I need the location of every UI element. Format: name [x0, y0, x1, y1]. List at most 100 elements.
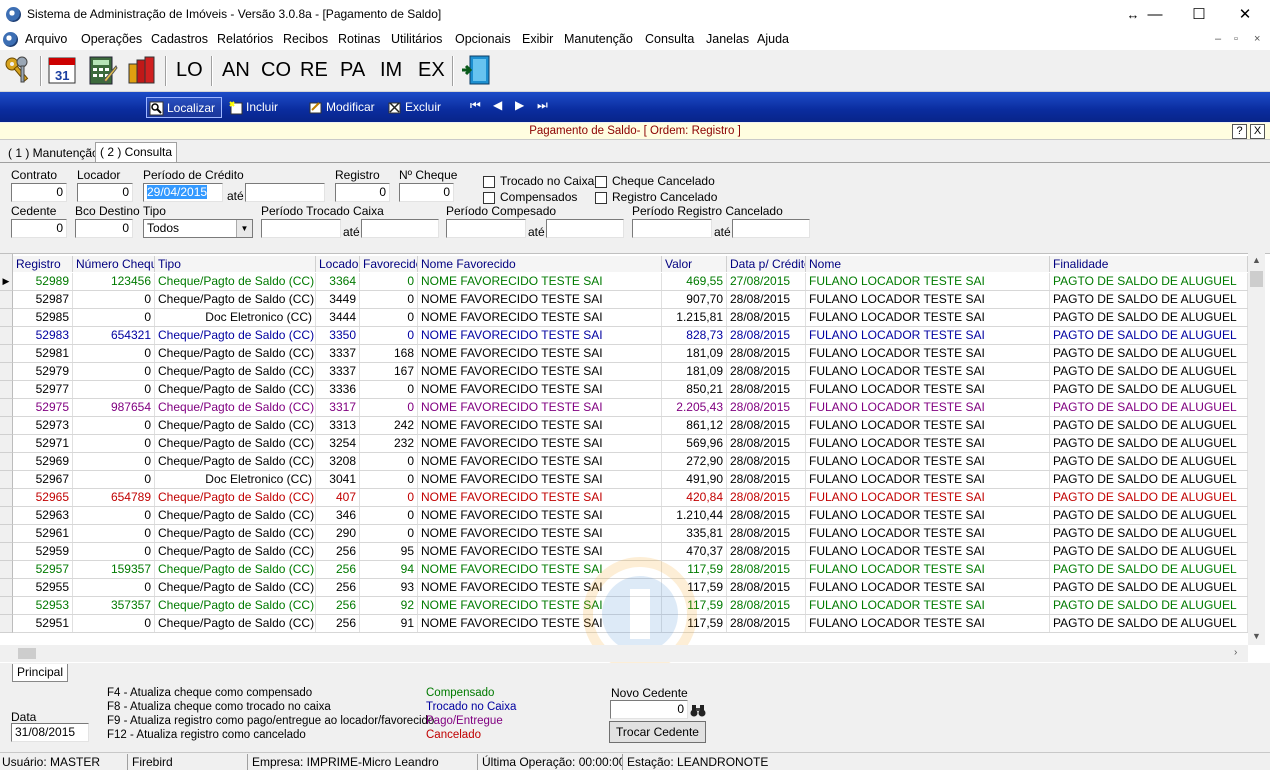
row-indicator[interactable]: [0, 525, 13, 543]
cell-finalidade[interactable]: PAGTO DE SALDO DE ALUGUEL: [1050, 309, 1248, 326]
mdi-close-button[interactable]: ×: [1254, 33, 1260, 45]
menu-cadastros[interactable]: Cadastros: [151, 32, 208, 46]
cell-finalidade[interactable]: PAGTO DE SALDO DE ALUGUEL: [1050, 525, 1248, 542]
cell-nome-favorecido[interactable]: NOME FAVORECIDO TESTE SAI: [418, 327, 662, 344]
table-row[interactable]: 52959 0 Cheque/Pagto de Saldo (CC) 256 95 NOM…: [13, 543, 1248, 561]
cell-nome-favorecido[interactable]: NOME FAVORECIDO TESTE SAI: [418, 471, 662, 488]
mdi-restore-button[interactable]: ▫: [1234, 33, 1238, 45]
binoculars-icon[interactable]: [690, 702, 706, 718]
cell-nome[interactable]: FULANO LOCADOR TESTE SAI: [806, 615, 1050, 632]
tab-principal[interactable]: Principal: [12, 664, 69, 682]
cell-nome-favorecido[interactable]: NOME FAVORECIDO TESTE SAI: [418, 615, 662, 632]
cell-nome-favorecido[interactable]: NOME FAVORECIDO TESTE SAI: [418, 273, 662, 290]
cell-data-credito[interactable]: 28/08/2015: [727, 543, 806, 560]
cell-favorecido[interactable]: 0: [360, 291, 418, 308]
cell-valor[interactable]: 117,59: [662, 579, 727, 596]
cell-finalidade[interactable]: PAGTO DE SALDO DE ALUGUEL: [1050, 471, 1248, 488]
cell-favorecido[interactable]: 167: [360, 363, 418, 380]
column-header-favorecido[interactable]: Favorecido: [360, 256, 418, 272]
excluir-button[interactable]: Excluir: [385, 97, 441, 118]
cell-finalidade[interactable]: PAGTO DE SALDO DE ALUGUEL: [1050, 363, 1248, 380]
cell-finalidade[interactable]: PAGTO DE SALDO DE ALUGUEL: [1050, 597, 1248, 614]
cell-nome[interactable]: FULANO LOCADOR TESTE SAI: [806, 309, 1050, 326]
table-row[interactable]: 52961 0 Cheque/Pagto de Saldo (CC) 290 0 NOME…: [13, 525, 1248, 543]
cell-nome[interactable]: FULANO LOCADOR TESTE SAI: [806, 273, 1050, 290]
column-header-data-credito[interactable]: Data p/ Crédito: [727, 256, 806, 272]
cell-nome[interactable]: FULANO LOCADOR TESTE SAI: [806, 453, 1050, 470]
cell-nome-favorecido[interactable]: NOME FAVORECIDO TESTE SAI: [418, 597, 662, 614]
cell-nome-favorecido[interactable]: NOME FAVORECIDO TESTE SAI: [418, 489, 662, 506]
menu-relatorios[interactable]: Relatórios: [217, 32, 273, 46]
cell-finalidade[interactable]: PAGTO DE SALDO DE ALUGUEL: [1050, 615, 1248, 632]
cell-registro[interactable]: 52981: [13, 345, 73, 362]
cell-registro[interactable]: 52965: [13, 489, 73, 506]
cell-nome-favorecido[interactable]: NOME FAVORECIDO TESTE SAI: [418, 417, 662, 434]
scroll-right-icon[interactable]: ›: [1234, 647, 1237, 658]
table-row[interactable]: 52953 357357 Cheque/Pagto de Saldo (CC) 256…: [13, 597, 1248, 615]
tipo-select[interactable]: Todos ▼: [143, 219, 253, 238]
column-header-nome[interactable]: Nome: [806, 256, 1050, 272]
cell-nome[interactable]: FULANO LOCADOR TESTE SAI: [806, 471, 1050, 488]
cell-registro[interactable]: 52953: [13, 597, 73, 614]
cell-data-credito[interactable]: 28/08/2015: [727, 615, 806, 632]
cell-valor[interactable]: 117,59: [662, 597, 727, 614]
periodo-trocado-from-field[interactable]: [261, 219, 341, 238]
table-row[interactable]: 52979 0 Cheque/Pagto de Saldo (CC) 3337 167 N…: [13, 363, 1248, 381]
locador-field[interactable]: 0: [77, 183, 133, 202]
cell-valor[interactable]: 181,09: [662, 363, 727, 380]
cell-tipo[interactable]: Cheque/Pagto de Saldo (CC): [155, 345, 316, 362]
cell-data-credito[interactable]: 28/08/2015: [727, 579, 806, 596]
row-indicator[interactable]: [0, 363, 13, 381]
cell-data-credito[interactable]: 28/08/2015: [727, 381, 806, 398]
cell-locador[interactable]: 3336: [316, 381, 360, 398]
table-row[interactable]: 52971 0 Cheque/Pagto de Saldo (CC) 3254 232 N…: [13, 435, 1248, 453]
cell-valor[interactable]: 907,70: [662, 291, 727, 308]
cell-numero-cheque[interactable]: 0: [73, 579, 155, 596]
table-row[interactable]: 52951 0 Cheque/Pagto de Saldo (CC) 256 91 NOM…: [13, 615, 1248, 633]
cell-locador[interactable]: 3444: [316, 309, 360, 326]
periodo-reg-cancelado-from-field[interactable]: [632, 219, 712, 238]
cell-finalidade[interactable]: PAGTO DE SALDO DE ALUGUEL: [1050, 507, 1248, 524]
cell-finalidade[interactable]: PAGTO DE SALDO DE ALUGUEL: [1050, 453, 1248, 470]
mdi-minimize-button[interactable]: –: [1215, 33, 1221, 45]
cell-valor[interactable]: 861,12: [662, 417, 727, 434]
periodo-compensado-to-field[interactable]: [546, 219, 624, 238]
cell-numero-cheque[interactable]: 123456: [73, 273, 155, 290]
cell-valor[interactable]: 828,73: [662, 327, 727, 344]
cell-data-credito[interactable]: 28/08/2015: [727, 489, 806, 506]
cell-data-credito[interactable]: 28/08/2015: [727, 597, 806, 614]
cell-locador[interactable]: 3317: [316, 399, 360, 416]
toolbar-lo-button[interactable]: LO: [176, 59, 203, 82]
cell-numero-cheque[interactable]: 0: [73, 417, 155, 434]
toolbar-pa-button[interactable]: PA: [340, 59, 365, 82]
cell-tipo[interactable]: Cheque/Pagto de Saldo (CC): [155, 579, 316, 596]
cell-locador[interactable]: 3254: [316, 435, 360, 452]
cell-favorecido[interactable]: 0: [360, 381, 418, 398]
cell-tipo[interactable]: Cheque/Pagto de Saldo (CC): [155, 435, 316, 452]
cell-numero-cheque[interactable]: 0: [73, 525, 155, 542]
help-button[interactable]: ?: [1232, 124, 1247, 139]
cell-valor[interactable]: 569,96: [662, 435, 727, 452]
table-row[interactable]: 52983 654321 Cheque/Pagto de Saldo (CC) 335…: [13, 327, 1248, 345]
cell-locador[interactable]: 3364: [316, 273, 360, 290]
toolbar-ex-button[interactable]: EX: [418, 59, 445, 82]
cell-numero-cheque[interactable]: 0: [73, 363, 155, 380]
row-indicator[interactable]: [0, 417, 13, 435]
cell-registro[interactable]: 52963: [13, 507, 73, 524]
cell-nome[interactable]: FULANO LOCADOR TESTE SAI: [806, 417, 1050, 434]
row-indicator[interactable]: [0, 597, 13, 615]
current-row-indicator[interactable]: ▶: [0, 273, 13, 291]
incluir-button[interactable]: Incluir: [226, 97, 278, 118]
cell-favorecido[interactable]: 0: [360, 273, 418, 290]
cell-nome[interactable]: FULANO LOCADOR TESTE SAI: [806, 525, 1050, 542]
cell-numero-cheque[interactable]: 0: [73, 615, 155, 632]
cell-favorecido[interactable]: 232: [360, 435, 418, 452]
cheque-cancelado-checkbox[interactable]: [595, 176, 607, 188]
cell-tipo[interactable]: Cheque/Pagto de Saldo (CC): [155, 543, 316, 560]
cell-tipo[interactable]: Cheque/Pagto de Saldo (CC): [155, 507, 316, 524]
row-indicator[interactable]: [0, 309, 13, 327]
table-row[interactable]: 52969 0 Cheque/Pagto de Saldo (CC) 3208 0 NOM…: [13, 453, 1248, 471]
menu-ajuda[interactable]: Ajuda: [757, 32, 789, 46]
prev-record-icon[interactable]: ◀: [493, 98, 502, 112]
column-header-numero-cheque[interactable]: Número Cheque: [73, 256, 155, 272]
